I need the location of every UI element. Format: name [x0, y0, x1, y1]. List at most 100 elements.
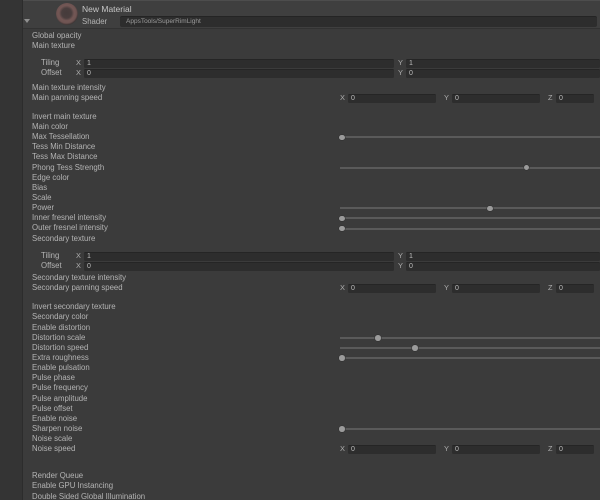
property-label: Global opacity	[32, 31, 82, 40]
row-secondary-panning-speed: Secondary panning speed X 0 Y 0 Z 0	[23, 283, 600, 294]
row-enable-distortion: Enable distortion	[23, 323, 600, 333]
row-tess-min-distance: Tess Min Distance	[23, 142, 600, 152]
float-field[interactable]: 0	[406, 69, 600, 79]
property-label: Scale	[32, 192, 52, 202]
property-label: Sharpen noise	[32, 423, 83, 433]
row-invert-secondary-texture: Invert secondary texture	[23, 302, 600, 312]
property-label: Offset	[41, 260, 62, 270]
row-secondary-texture-intensity: Secondary texture intensity	[23, 273, 600, 283]
property-label: Pulse offset	[32, 403, 73, 413]
row-tiling: Tiling X 1 Y 1	[23, 58, 600, 69]
float-field[interactable]: 1	[406, 251, 600, 261]
float-field[interactable]: 0	[84, 261, 394, 271]
row-noise-scale: Noise scale	[23, 434, 600, 444]
field-value: 0	[455, 446, 459, 454]
row-invert-main-texture: Invert main texture	[23, 112, 600, 122]
property-label: Phong Tess Strength	[32, 162, 105, 172]
axis-label: X	[76, 68, 81, 78]
property-label: Invert secondary texture	[32, 302, 116, 312]
material-preview-sphere-icon	[56, 3, 78, 25]
property-label: Pulse frequency	[32, 383, 88, 393]
field-value: 0	[455, 285, 459, 293]
row-inner-fresnel-intensity: Inner fresnel intensity	[23, 213, 600, 223]
float-field[interactable]: 0	[452, 93, 540, 103]
float-field[interactable]: 0	[556, 445, 594, 455]
slider-handle[interactable]	[339, 134, 345, 141]
slider-track[interactable]	[340, 227, 600, 230]
float-field[interactable]: 0	[348, 284, 436, 294]
float-field[interactable]: 0	[348, 93, 436, 103]
slider-track[interactable]	[340, 217, 600, 220]
inspector-left-strip	[0, 0, 23, 500]
field-value: 0	[559, 446, 563, 454]
float-field[interactable]: 0	[84, 69, 394, 79]
axis-label: Z	[548, 444, 553, 454]
field-value: 0	[351, 446, 355, 454]
axis-label: Y	[398, 250, 403, 260]
slider-handle[interactable]	[339, 426, 345, 432]
slider-track[interactable]	[340, 357, 600, 360]
foldout-chevron-down-icon[interactable]	[24, 19, 30, 23]
row-offset: Offset X 0 Y 0	[23, 261, 600, 271]
axis-label: Y	[398, 58, 403, 68]
property-label: Outer fresnel intensity	[32, 223, 108, 233]
float-field[interactable]: 0	[452, 284, 540, 294]
row-main-panning-speed: Main panning speed X 0 Y 0 Z 0	[23, 93, 600, 103]
row-pulse-frequency: Pulse frequency	[23, 383, 600, 393]
row-global-opacity: Global opacity	[23, 31, 600, 41]
row-tess-max-distance: Tess Max Distance	[23, 152, 600, 162]
slider-track[interactable]	[340, 207, 600, 210]
axis-label: Y	[398, 260, 403, 270]
axis-label: X	[76, 58, 81, 68]
property-label: Enable noise	[32, 413, 78, 423]
property-label: Max Tessellation	[32, 132, 90, 142]
float-field[interactable]: 0	[348, 445, 436, 455]
axis-label: Z	[548, 283, 553, 293]
slider-handle[interactable]	[487, 205, 493, 211]
row-main-texture-intensity: Main texture intensity	[23, 83, 600, 93]
field-value: 0	[559, 94, 563, 102]
property-label: Secondary color	[32, 312, 89, 322]
shader-label: Shader	[82, 17, 108, 26]
row-distortion-scale: Distortion scale	[23, 333, 600, 343]
property-label: Extra roughness	[32, 352, 89, 362]
slider-handle[interactable]	[339, 225, 345, 232]
property-label: Main texture	[32, 41, 75, 51]
slider-track[interactable]	[340, 428, 600, 431]
float-field[interactable]: 0	[452, 445, 540, 455]
axis-label: Z	[548, 92, 553, 102]
row-max-tessellation: Max Tessellation	[23, 132, 600, 142]
property-label: Pulse phase	[32, 373, 75, 383]
row-sharpen-noise: Sharpen noise	[23, 424, 600, 434]
row-enable-noise: Enable noise	[23, 414, 600, 424]
float-field[interactable]: 0	[406, 261, 600, 271]
float-field[interactable]: 0	[556, 284, 594, 294]
slider-track[interactable]	[340, 166, 600, 169]
property-label: Power	[32, 203, 55, 213]
material-inspector-window: New Material Shader AppsTools/SuperRimLi…	[0, 0, 600, 500]
property-label: Secondary texture intensity	[32, 272, 127, 282]
field-value: 0	[87, 70, 91, 78]
slider-handle[interactable]	[523, 164, 530, 171]
slider-handle[interactable]	[375, 335, 381, 341]
property-label: Invert main texture	[32, 111, 97, 121]
float-field[interactable]: 1	[406, 59, 600, 69]
axis-label: Y	[398, 68, 403, 78]
shader-dropdown[interactable]: AppsTools/SuperRimLight	[120, 16, 597, 27]
slider-track[interactable]	[340, 136, 600, 139]
slider-handle[interactable]	[339, 215, 345, 222]
row-pulse-phase: Pulse phase	[23, 373, 600, 383]
field-value: 0	[87, 262, 91, 270]
float-field[interactable]: 1	[84, 251, 394, 261]
property-label: Tiling	[41, 250, 60, 260]
float-field[interactable]: 1	[84, 59, 394, 69]
slider-handle[interactable]	[339, 355, 345, 361]
row-main-texture: Main texture	[23, 41, 600, 51]
row-outer-fresnel-intensity: Outer fresnel intensity	[23, 223, 600, 233]
property-label: Tess Max Distance	[32, 152, 98, 162]
axis-label: X	[340, 444, 345, 454]
float-field[interactable]: 0	[556, 93, 594, 103]
slider-track[interactable]	[340, 346, 600, 349]
row-secondary-color: Secondary color	[23, 312, 600, 322]
slider-handle[interactable]	[412, 345, 418, 351]
